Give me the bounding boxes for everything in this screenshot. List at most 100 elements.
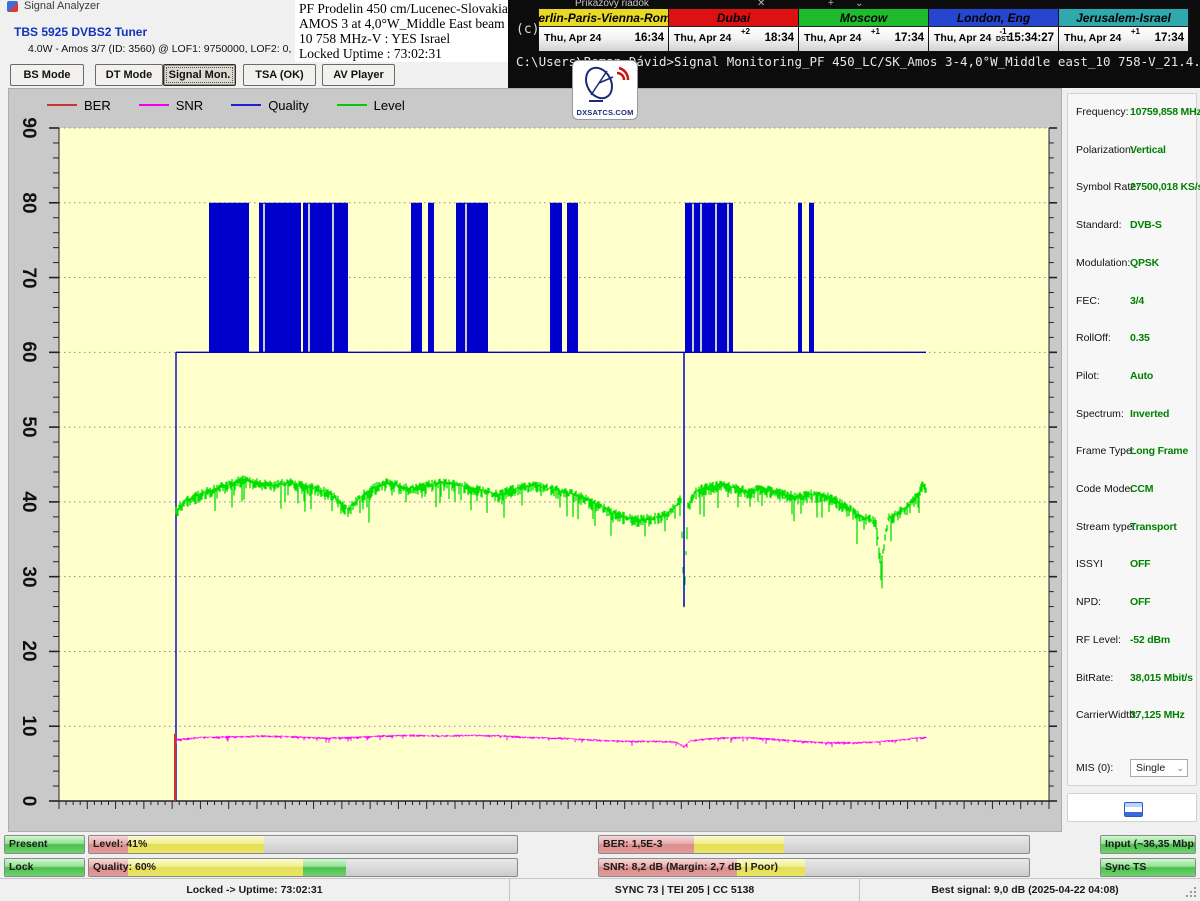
status-bar: Locked -> Uptime: 73:02:31 SYNC 73 | TEI… [0,878,1200,901]
signal-monitor-chart [9,89,1061,831]
dxsatcs-logo: DXSATCS.COM [572,60,638,120]
param-value: OFF [1130,558,1150,570]
capture-button[interactable] [1067,793,1197,822]
param-value: QPSK [1130,257,1159,269]
clock-date: Thu, Apr 24 [674,32,731,44]
clock-time: 15:34:27 [1008,32,1054,44]
param-value: 10759,858 MHz [1130,106,1200,118]
clock-body: Thu, Apr 24+117:34 [1059,27,1188,51]
param-label: Polarization: [1076,144,1134,156]
param-value: Auto [1130,370,1153,382]
clock-time: 17:34 [895,32,924,44]
tab-tsa-ok[interactable]: TSA (OK) [243,64,316,86]
clock-date: Thu, Apr 24 [804,32,861,44]
tab-signal-mon[interactable]: Signal Mon. [163,64,236,86]
clock-city-name: Berlin-Paris-Vienna-Roma [539,9,668,27]
clock-time: 17:34 [1155,32,1184,44]
param-label: RF Level: [1076,634,1121,646]
monitor-icon [1124,802,1143,817]
indicator-level: Level: 41% [88,835,518,854]
param-label: FEC: [1076,295,1100,307]
indicator-sync-ts: Sync TS [1100,858,1196,877]
param-value: 27500,018 KS/s [1130,181,1200,193]
param-row-pilot: Pilot:Auto [1068,370,1196,386]
param-row-code-mode: Code Mode:CCM [1068,483,1196,499]
indicator-label: BER: 1,5E-3 [599,836,1029,853]
indicator-label: Lock [5,859,84,876]
clock-city-name: Dubai [669,9,798,27]
param-label: CarrierWidth: [1076,709,1138,721]
param-row-mis: MIS (0): Single⌄ [1068,762,1196,778]
param-row-rolloff: RollOff:0.35 [1068,332,1196,348]
param-label: Spectrum: [1076,408,1124,420]
param-value: Long Frame [1130,445,1188,457]
param-row-fec: FEC: 3/4 [1068,295,1196,311]
param-row-stream-type: Stream type:Transport [1068,521,1196,537]
param-value: Vertical [1130,144,1166,156]
param-row-standard: Standard:DVB-S [1068,219,1196,235]
tab-bar: BS Mode DT ModeSignal Mon. TSA (OK) AV Play… [0,62,508,88]
chevron-down-icon: ⌄ [1176,760,1184,777]
indicator-label: Sync TS [1101,859,1195,876]
signal-analyzer-window: Signal Analyzer TBS 5925 DVBS2 Tuner 4.0… [0,0,1200,900]
indicator-label: SNR: 8,2 dB (Margin: 2,7 dB | Poor) [599,859,1029,876]
param-row-spectrum: Spectrum: Inverted [1068,408,1196,424]
clock-moscow: MoscowThu, Apr 24+117:34 [799,9,929,51]
clock-utc-offset: +2 [741,28,750,36]
param-label: Frequency: [1076,106,1129,118]
tab-bs-mode[interactable]: BS Mode [10,64,84,86]
param-label: NPD: [1076,596,1101,608]
indicator-input: Input (~36,35 Mbps) [1100,835,1196,854]
tuner-name: TBS 5925 DVBS2 Tuner [14,25,147,39]
param-value: 38,015 Mbit/s [1130,672,1193,684]
indicator-lock: Lock [4,858,85,877]
clock-date: Thu, Apr 24 [934,32,991,44]
clock-dubai: DubaiThu, Apr 24+218:34 [669,9,799,51]
clock-jerusalem-israel: Jerusalem-IsraelThu, Apr 24+117:34 [1059,9,1189,51]
param-label: Code Mode: [1076,483,1133,495]
param-row-issyi: ISSYIOFF [1068,558,1196,574]
indicator-bars: Present Level: 41% BER: 1,5E-3 Input (~36,3… [0,835,1200,877]
param-value: -52 dBm [1130,634,1170,646]
param-row-frame-type: Frame Type:Long Frame [1068,445,1196,461]
param-row-frequency: Frequency:10759,858 MHz [1068,106,1196,122]
clock-body: Thu, Apr 24+218:34 [669,27,798,51]
note-line: 10 758 MHz-V : YES Israel [299,31,508,46]
param-row-symbol-rate: Symbol Rate:27500,018 KS/s [1068,181,1196,197]
notes-box: PF Prodelin 450 cm/Lucenec-SlovakiaAMOS … [295,0,508,62]
param-label: Frame Type: [1076,445,1135,457]
resize-grip-icon[interactable] [1186,887,1198,899]
param-value: OFF [1130,596,1150,608]
mis-dropdown[interactable]: Single⌄ [1130,759,1188,777]
param-value: Transport [1130,521,1177,533]
param-label: MIS (0): [1076,762,1113,774]
indicator-label: Quality: 60% [89,859,517,876]
param-value: 3/4 [1130,295,1144,307]
window-title: Signal Analyzer [24,0,100,12]
clock-london-eng: London, EngThu, Apr 24-1DST15:34:27 [929,9,1059,51]
clock-body: Thu, Apr 24-1DST15:34:27 [929,27,1058,51]
clock-city-name: London, Eng [929,9,1058,27]
world-clock: Berlin-Paris-Vienna-RomaThu, Apr 2416:34… [538,8,1190,52]
note-line: PF Prodelin 450 cm/Lucenec-Slovakia [299,1,508,16]
param-value: 37,125 MHz [1130,709,1185,721]
param-label: BitRate: [1076,672,1113,684]
parameters-group-box: Frequency:10759,858 MHz Polarization:Vert… [1067,93,1197,786]
clock-utc-offset: +1 [1131,28,1140,36]
clock-berlin-paris-vienna-roma: Berlin-Paris-Vienna-RomaThu, Apr 2416:34 [539,9,669,51]
param-value: CCM [1130,483,1153,495]
param-row-rf-level: RF Level: -52 dBm [1068,634,1196,650]
clock-city-name: Jerusalem-Israel [1059,9,1188,27]
param-row-npd: NPD: OFF [1068,596,1196,612]
status-uptime: Locked -> Uptime: 73:02:31 [0,879,510,901]
indicator-present: Present [4,835,85,854]
satellite-dish-icon [573,61,635,105]
indicator-ber: BER: 1,5E-3 [598,835,1030,854]
tab-dt-mode[interactable]: DT Mode [95,64,163,86]
indicator-label: Level: 41% [89,836,517,853]
param-value: Inverted [1130,408,1169,420]
tab-av-player[interactable]: AV Player [322,64,395,86]
indicator-label: Present [5,836,84,853]
clock-date: Thu, Apr 24 [544,32,601,44]
clock-body: Thu, Apr 2416:34 [539,27,668,51]
